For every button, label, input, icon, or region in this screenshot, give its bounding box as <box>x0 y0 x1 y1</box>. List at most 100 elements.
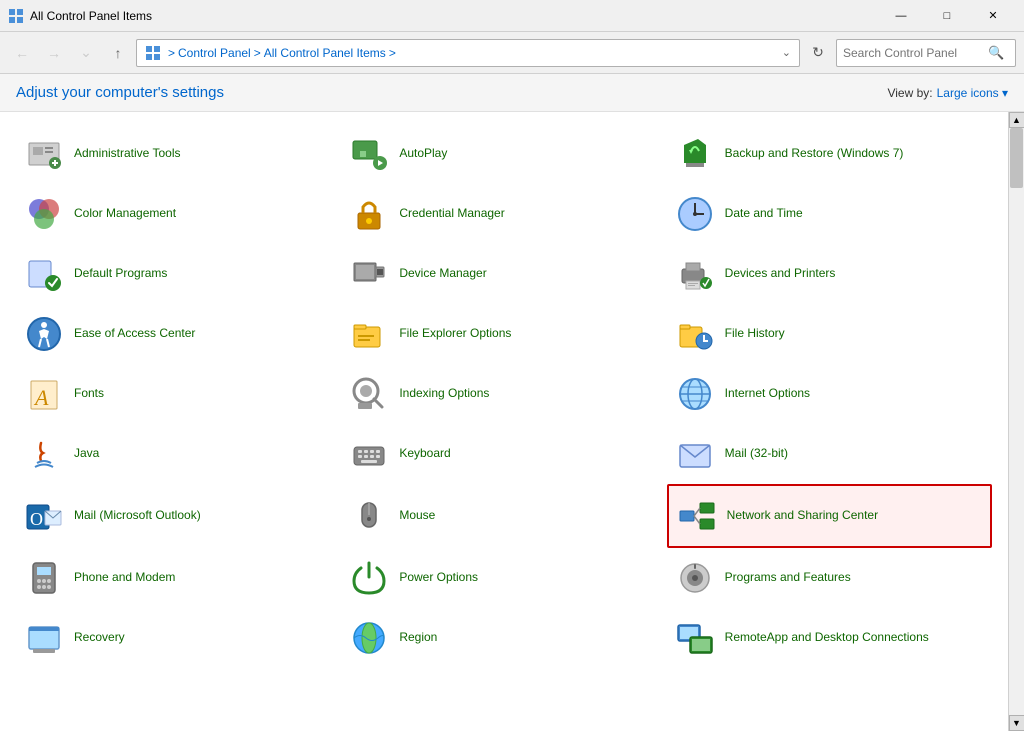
programs-features-label: Programs and Features <box>725 570 851 586</box>
panel-item-internet-options[interactable]: Internet Options <box>667 364 992 424</box>
window-title: All Control Panel Items <box>30 9 878 23</box>
keyboard-label: Keyboard <box>399 446 450 462</box>
mail-outlook-label: Mail (Microsoft Outlook) <box>74 508 201 524</box>
up-button[interactable]: ↑ <box>104 39 132 67</box>
remoteapp-icon <box>675 618 715 658</box>
network-sharing-label: Network and Sharing Center <box>727 508 878 524</box>
administrative-tools-icon <box>24 134 64 174</box>
content-area: Administrative Tools AutoPlay Backup and R… <box>0 112 1008 731</box>
main-content: Administrative Tools AutoPlay Backup and R… <box>0 112 1024 731</box>
default-programs-icon <box>24 254 64 294</box>
scroll-track <box>1009 128 1024 715</box>
backup-restore-label: Backup and Restore (Windows 7) <box>725 146 904 162</box>
recovery-label: Recovery <box>74 630 125 646</box>
ease-of-access-icon <box>24 314 64 354</box>
address-bar: ← → ⌄ ↑ > Control Panel > All Control Pa… <box>0 32 1024 74</box>
mail-outlook-icon: O <box>24 496 64 536</box>
panel-item-device-manager[interactable]: Device Manager <box>341 244 666 304</box>
panel-item-backup-restore[interactable]: Backup and Restore (Windows 7) <box>667 124 992 184</box>
color-management-label: Color Management <box>74 206 176 222</box>
panel-item-mouse[interactable]: Mouse <box>341 484 666 548</box>
administrative-tools-label: Administrative Tools <box>74 146 181 162</box>
scroll-up-button[interactable]: ▲ <box>1009 112 1024 128</box>
phone-modem-label: Phone and Modem <box>74 570 175 586</box>
scroll-down-button[interactable]: ▼ <box>1009 715 1024 731</box>
down-button[interactable]: ⌄ <box>72 39 100 67</box>
region-icon <box>349 618 389 658</box>
power-options-label: Power Options <box>399 570 478 586</box>
panel-item-region[interactable]: Region <box>341 608 666 668</box>
panel-item-default-programs[interactable]: Default Programs <box>16 244 341 304</box>
forward-button[interactable]: → <box>40 39 68 67</box>
date-time-icon <box>675 194 715 234</box>
panel-item-phone-modem[interactable]: Phone and Modem <box>16 548 341 608</box>
panel-item-file-explorer-options[interactable]: File Explorer Options <box>341 304 666 364</box>
mail-32bit-label: Mail (32-bit) <box>725 446 788 462</box>
minimize-button[interactable]: — <box>878 0 924 32</box>
panel-item-java[interactable]: Java <box>16 424 341 484</box>
ease-of-access-label: Ease of Access Center <box>74 326 195 342</box>
panel-item-autoplay[interactable]: AutoPlay <box>341 124 666 184</box>
fonts-label: Fonts <box>74 386 104 402</box>
java-icon <box>24 434 64 474</box>
internet-options-label: Internet Options <box>725 386 810 402</box>
mail-32bit-icon <box>675 434 715 474</box>
close-button[interactable]: ✕ <box>970 0 1016 32</box>
power-options-icon <box>349 558 389 598</box>
panel-item-recovery[interactable]: Recovery <box>16 608 341 668</box>
region-label: Region <box>399 630 437 646</box>
toolbar: Adjust your computer's settings View by:… <box>0 74 1024 112</box>
internet-options-icon <box>675 374 715 414</box>
panel-item-programs-features[interactable]: Programs and Features <box>667 548 992 608</box>
address-all-items[interactable]: All Control Panel Items <box>264 46 386 60</box>
panel-item-file-history[interactable]: File History <box>667 304 992 364</box>
fonts-icon: A <box>24 374 64 414</box>
back-button[interactable]: ← <box>8 39 36 67</box>
panel-item-date-time[interactable]: Date and Time <box>667 184 992 244</box>
network-sharing-icon <box>677 496 717 536</box>
panel-item-remoteapp[interactable]: RemoteApp and Desktop Connections <box>667 608 992 668</box>
default-programs-label: Default Programs <box>74 266 167 282</box>
panel-item-indexing-options[interactable]: Indexing Options <box>341 364 666 424</box>
refresh-button[interactable]: ↻ <box>804 39 832 67</box>
date-time-label: Date and Time <box>725 206 803 222</box>
credential-manager-label: Credential Manager <box>399 206 504 222</box>
page-heading: Adjust your computer's settings <box>16 84 224 101</box>
panel-item-mail-outlook[interactable]: O Mail (Microsoft Outlook) <box>16 484 341 548</box>
panel-item-devices-printers[interactable]: Devices and Printers <box>667 244 992 304</box>
credential-manager-icon <box>349 194 389 234</box>
search-icon: 🔍 <box>988 45 1004 61</box>
maximize-button[interactable]: □ <box>924 0 970 32</box>
panel-item-credential-manager[interactable]: Credential Manager <box>341 184 666 244</box>
autoplay-label: AutoPlay <box>399 146 447 162</box>
panel-item-keyboard[interactable]: Keyboard <box>341 424 666 484</box>
svg-text:A: A <box>33 385 49 410</box>
panel-item-administrative-tools[interactable]: Administrative Tools <box>16 124 341 184</box>
panel-item-mail-32bit[interactable]: Mail (32-bit) <box>667 424 992 484</box>
panel-item-network-sharing[interactable]: Network and Sharing Center <box>667 484 992 548</box>
view-by-value[interactable]: Large icons ▾ <box>937 86 1008 100</box>
backup-restore-icon <box>675 134 715 174</box>
panel-item-color-management[interactable]: Color Management <box>16 184 341 244</box>
window-controls: — □ ✕ <box>878 0 1016 32</box>
panel-item-fonts[interactable]: A Fonts <box>16 364 341 424</box>
java-label: Java <box>74 446 99 462</box>
scroll-thumb[interactable] <box>1010 128 1023 188</box>
mouse-icon <box>349 496 389 536</box>
file-explorer-options-label: File Explorer Options <box>399 326 511 342</box>
device-manager-label: Device Manager <box>399 266 486 282</box>
window-icon <box>8 8 24 24</box>
address-path-bar[interactable]: > Control Panel > All Control Panel Item… <box>136 39 800 67</box>
view-by-label: View by: <box>887 86 932 100</box>
devices-printers-label: Devices and Printers <box>725 266 836 282</box>
recovery-icon <box>24 618 64 658</box>
scrollbar: ▲ ▼ <box>1008 112 1024 731</box>
file-history-icon <box>675 314 715 354</box>
search-box: 🔍 <box>836 39 1016 67</box>
search-input[interactable] <box>843 46 988 60</box>
indexing-options-label: Indexing Options <box>399 386 489 402</box>
panel-item-ease-of-access[interactable]: Ease of Access Center <box>16 304 341 364</box>
programs-features-icon <box>675 558 715 598</box>
panel-item-power-options[interactable]: Power Options <box>341 548 666 608</box>
address-control-panel[interactable]: Control Panel <box>178 46 251 60</box>
